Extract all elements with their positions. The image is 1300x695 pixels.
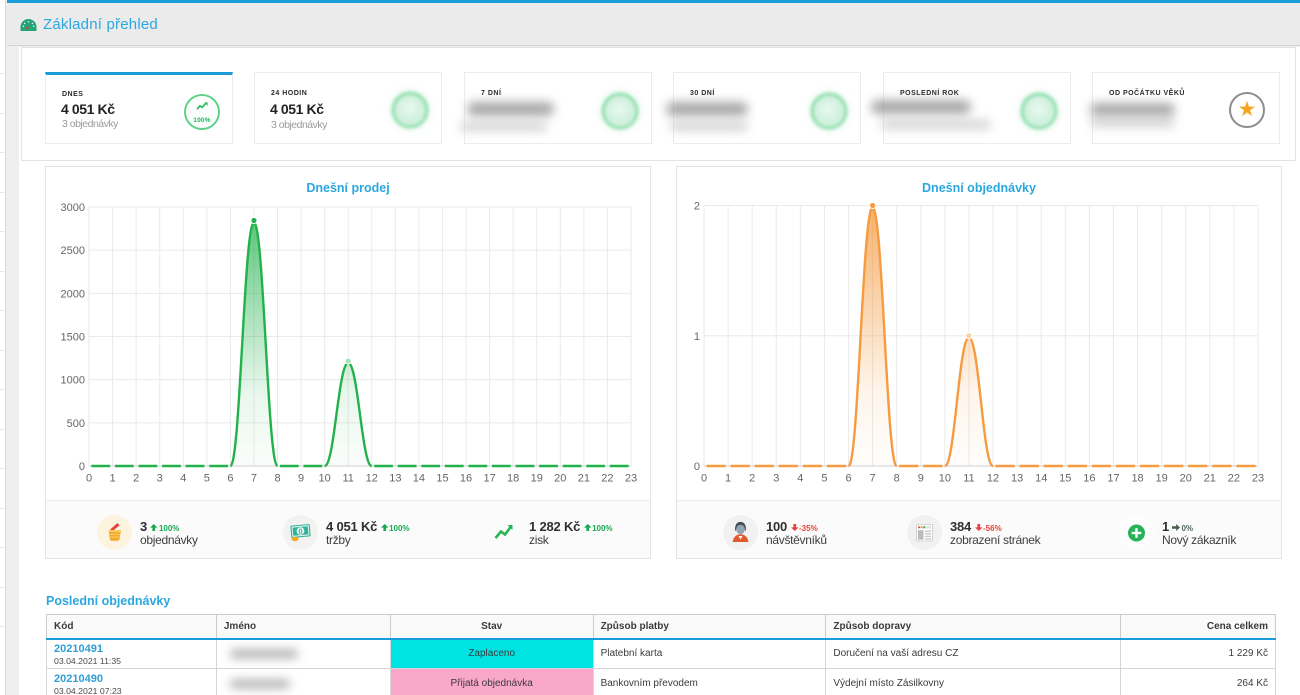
svg-text:8: 8 [894,473,900,485]
svg-text:21: 21 [1204,473,1216,485]
svg-text:1000: 1000 [61,375,85,387]
svg-text:16: 16 [1083,473,1095,485]
svg-text:8: 8 [274,473,280,485]
svg-text:2: 2 [133,473,139,485]
svg-text:3: 3 [157,473,163,485]
svg-text:23: 23 [1252,473,1264,485]
svg-text:12: 12 [366,473,378,485]
svg-text:14: 14 [413,473,425,485]
svg-text:2500: 2500 [61,245,85,257]
svg-text:13: 13 [389,473,401,485]
svg-text:1: 1 [725,473,731,485]
svg-text:20: 20 [1180,473,1192,485]
svg-text:20: 20 [554,473,566,485]
svg-text:2000: 2000 [61,288,85,300]
svg-text:3000: 3000 [61,202,85,214]
svg-text:21: 21 [578,473,590,485]
svg-text:3: 3 [773,473,779,485]
svg-text:22: 22 [1228,473,1240,485]
svg-text:0: 0 [79,461,85,473]
svg-text:4: 4 [797,473,803,485]
svg-text:0: 0 [694,461,700,473]
svg-text:14: 14 [1035,473,1047,485]
svg-text:7: 7 [870,473,876,485]
svg-text:6: 6 [845,473,851,485]
svg-text:16: 16 [460,473,472,485]
svg-text:23: 23 [625,473,637,485]
svg-text:12: 12 [987,473,999,485]
svg-text:17: 17 [1107,473,1119,485]
svg-text:18: 18 [1131,473,1143,485]
svg-text:15: 15 [1059,473,1071,485]
svg-text:6: 6 [227,473,233,485]
svg-text:11: 11 [343,473,354,485]
svg-text:1: 1 [110,473,116,485]
svg-text:22: 22 [601,473,613,485]
svg-text:0: 0 [86,473,92,485]
svg-text:0: 0 [298,527,303,536]
svg-text:10: 10 [939,473,951,485]
svg-text:19: 19 [1156,473,1168,485]
svg-text:2: 2 [694,201,700,213]
svg-text:13: 13 [1011,473,1023,485]
svg-text:500: 500 [67,418,85,430]
svg-text:5: 5 [204,473,210,485]
svg-text:15: 15 [436,473,448,485]
svg-text:17: 17 [483,473,495,485]
svg-text:1500: 1500 [61,332,85,344]
svg-text:2: 2 [749,473,755,485]
svg-text:19: 19 [531,473,543,485]
svg-text:0: 0 [701,473,707,485]
svg-text:1: 1 [694,331,700,343]
svg-text:5: 5 [821,473,827,485]
svg-text:4: 4 [180,473,186,485]
svg-text:11: 11 [963,473,974,485]
svg-text:9: 9 [298,473,304,485]
svg-text:7: 7 [251,473,257,485]
svg-text:10: 10 [319,473,331,485]
svg-text:18: 18 [507,473,519,485]
svg-text:9: 9 [918,473,924,485]
